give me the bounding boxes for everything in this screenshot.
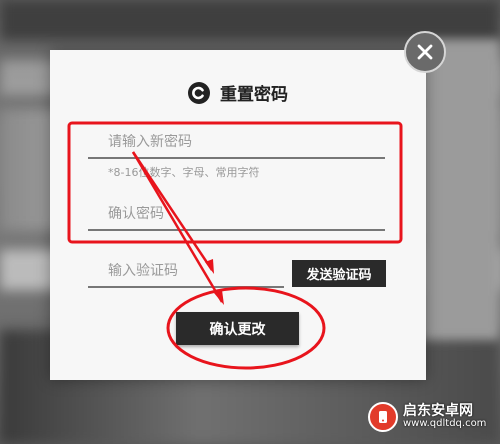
watermark-name: 启东安卓网 [403, 403, 473, 420]
close-button[interactable] [404, 31, 446, 73]
new-password-input[interactable] [88, 134, 385, 150]
send-code-button[interactable]: 发送验证码 [292, 260, 386, 287]
reset-password-dialog: 重置密码 *8-16位数字、字母、常用字符 发送验证码 确认更改 [50, 50, 426, 380]
watermark-logo-icon [368, 402, 398, 432]
password-hint: *8-16位数字、字母、常用字符 [108, 166, 260, 179]
app-logo-icon [188, 81, 210, 104]
confirm-change-button[interactable]: 确认更改 [176, 312, 299, 345]
verification-code-input[interactable] [88, 263, 284, 279]
new-password-field[interactable] [88, 131, 385, 159]
confirm-password-field[interactable] [88, 203, 385, 231]
watermark: 启东安卓网 www.qdltdq.com [368, 402, 486, 432]
watermark-url: www.qdltdq.com [403, 418, 487, 430]
close-icon [417, 44, 433, 60]
dialog-header: 重置密码 [50, 80, 426, 105]
confirm-password-input[interactable] [88, 206, 385, 222]
dialog-title: 重置密码 [220, 85, 288, 105]
verification-code-field[interactable] [88, 260, 284, 288]
